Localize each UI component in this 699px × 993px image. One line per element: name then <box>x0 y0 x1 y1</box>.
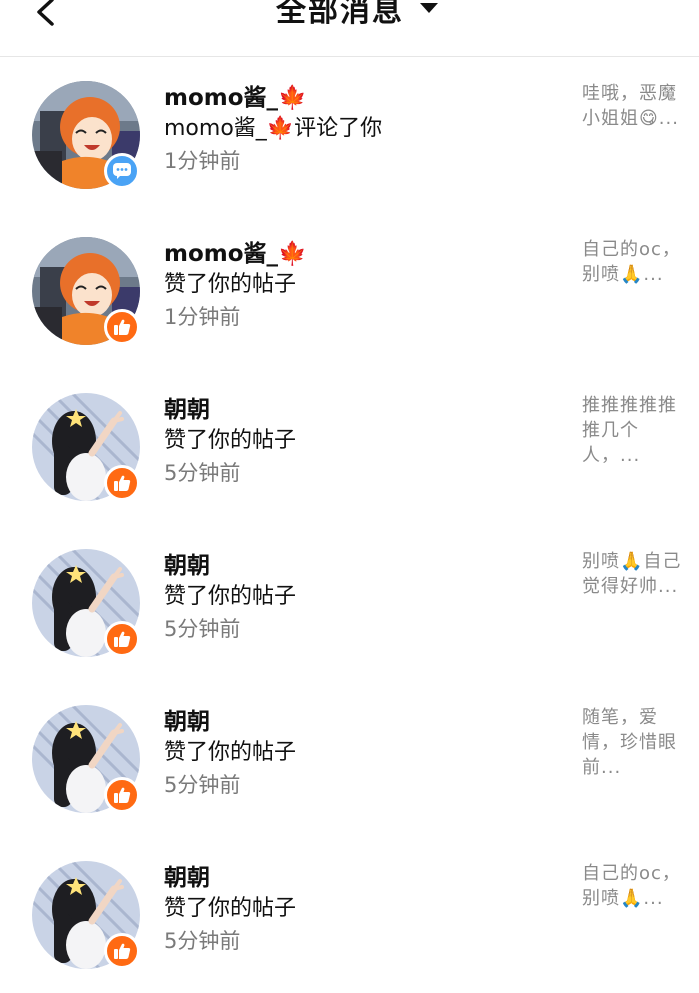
sender-name[interactable]: momo酱_🍁 <box>164 83 564 113</box>
message-item[interactable]: momo酱_🍁 momo酱_🍁评论了你 1分钟前 哇哦，恶魔小姐姐😋... <box>0 57 699 213</box>
post-preview[interactable]: 自己的oc，别喷🙏... <box>582 861 690 911</box>
post-preview[interactable]: 哇哦，恶魔小姐姐😋... <box>582 81 690 131</box>
post-preview[interactable]: 随笔，爱情，珍惜眼前... <box>582 705 690 780</box>
message-list: momo酱_🍁 momo酱_🍁评论了你 1分钟前 哇哦，恶魔小姐姐😋... mo… <box>0 57 699 993</box>
notification-text: 赞了你的帖子 <box>164 896 297 921</box>
notification-text: 赞了你的帖子 <box>164 584 297 609</box>
like-badge <box>104 933 140 969</box>
sender-name[interactable]: 朝朝 <box>164 863 564 893</box>
page-title: 全部消息 <box>276 0 404 29</box>
message-filter-dropdown[interactable]: 全部消息 <box>276 0 440 29</box>
notification-text: momo酱_🍁评论了你 <box>164 116 383 141</box>
like-badge <box>104 777 140 813</box>
timestamp: 5分钟前 <box>164 461 241 485</box>
notification-text: 赞了你的帖子 <box>164 428 297 453</box>
message-item[interactable]: 朝朝 赞了你的帖子 5分钟前 别喷🙏自己觉得好帅... <box>0 525 699 681</box>
sender-name[interactable]: momo酱_🍁 <box>164 239 564 269</box>
timestamp: 5分钟前 <box>164 929 241 953</box>
comment-icon <box>113 163 131 179</box>
post-preview[interactable]: 别喷🙏自己觉得好帅... <box>582 549 690 599</box>
timestamp: 5分钟前 <box>164 773 241 797</box>
post-preview[interactable]: 自己的oc，别喷🙏... <box>582 237 690 287</box>
thumbs-up-icon <box>114 787 131 803</box>
message-item[interactable]: 朝朝 赞了你的帖子 5分钟前 随笔，爱情，珍惜眼前... <box>0 681 699 837</box>
top-bar: 全部消息 <box>0 0 699 57</box>
sender-name[interactable]: 朝朝 <box>164 395 564 425</box>
caret-down-icon <box>420 3 438 13</box>
like-badge <box>104 465 140 501</box>
message-item[interactable]: 朝朝 赞了你的帖子 5分钟前 自己的oc，别喷🙏... <box>0 837 699 993</box>
thumbs-up-icon <box>114 631 131 647</box>
like-badge <box>104 309 140 345</box>
thumbs-up-icon <box>114 319 131 335</box>
thumbs-up-icon <box>114 943 131 959</box>
back-arrow-icon[interactable] <box>30 0 64 28</box>
post-preview[interactable]: 推推推推推推几个人，... <box>582 393 690 468</box>
message-item[interactable]: momo酱_🍁 赞了你的帖子 1分钟前 自己的oc，别喷🙏... <box>0 213 699 369</box>
timestamp: 1分钟前 <box>164 305 241 329</box>
thumbs-up-icon <box>114 475 131 491</box>
sender-name[interactable]: 朝朝 <box>164 551 564 581</box>
notification-text: 赞了你的帖子 <box>164 740 297 765</box>
comment-badge <box>104 153 140 189</box>
timestamp: 5分钟前 <box>164 617 241 641</box>
message-item[interactable]: 朝朝 赞了你的帖子 5分钟前 推推推推推推几个人，... <box>0 369 699 525</box>
notification-text: 赞了你的帖子 <box>164 272 297 297</box>
sender-name[interactable]: 朝朝 <box>164 707 564 737</box>
timestamp: 1分钟前 <box>164 149 241 173</box>
like-badge <box>104 621 140 657</box>
